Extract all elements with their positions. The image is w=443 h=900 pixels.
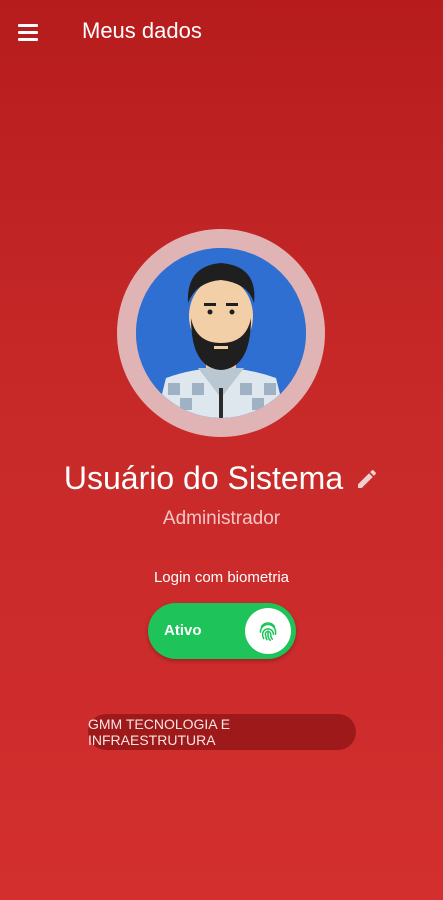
toggle-knob <box>245 608 291 654</box>
top-app-bar: Meus dados <box>0 0 443 64</box>
page-title: Meus dados <box>82 18 202 43</box>
company-badge: GMM TECNOLOGIA E INFRAESTRUTURA <box>88 714 356 750</box>
toggle-status-label: Ativo <box>164 622 202 639</box>
pencil-icon[interactable] <box>355 467 379 491</box>
hamburger-menu-icon[interactable] <box>18 20 46 44</box>
fingerprint-icon <box>259 622 277 641</box>
bearded-man-avatar-icon <box>136 248 306 418</box>
profile-name: Usuário do Sistema <box>63 460 344 496</box>
avatar[interactable] <box>117 229 325 437</box>
profile-role: Administrador <box>162 508 281 529</box>
biometrics-label: Login com biometria <box>153 569 290 586</box>
biometrics-toggle[interactable]: Ativo <box>148 603 296 659</box>
profile-name-row: Usuário do Sistema <box>0 460 443 497</box>
